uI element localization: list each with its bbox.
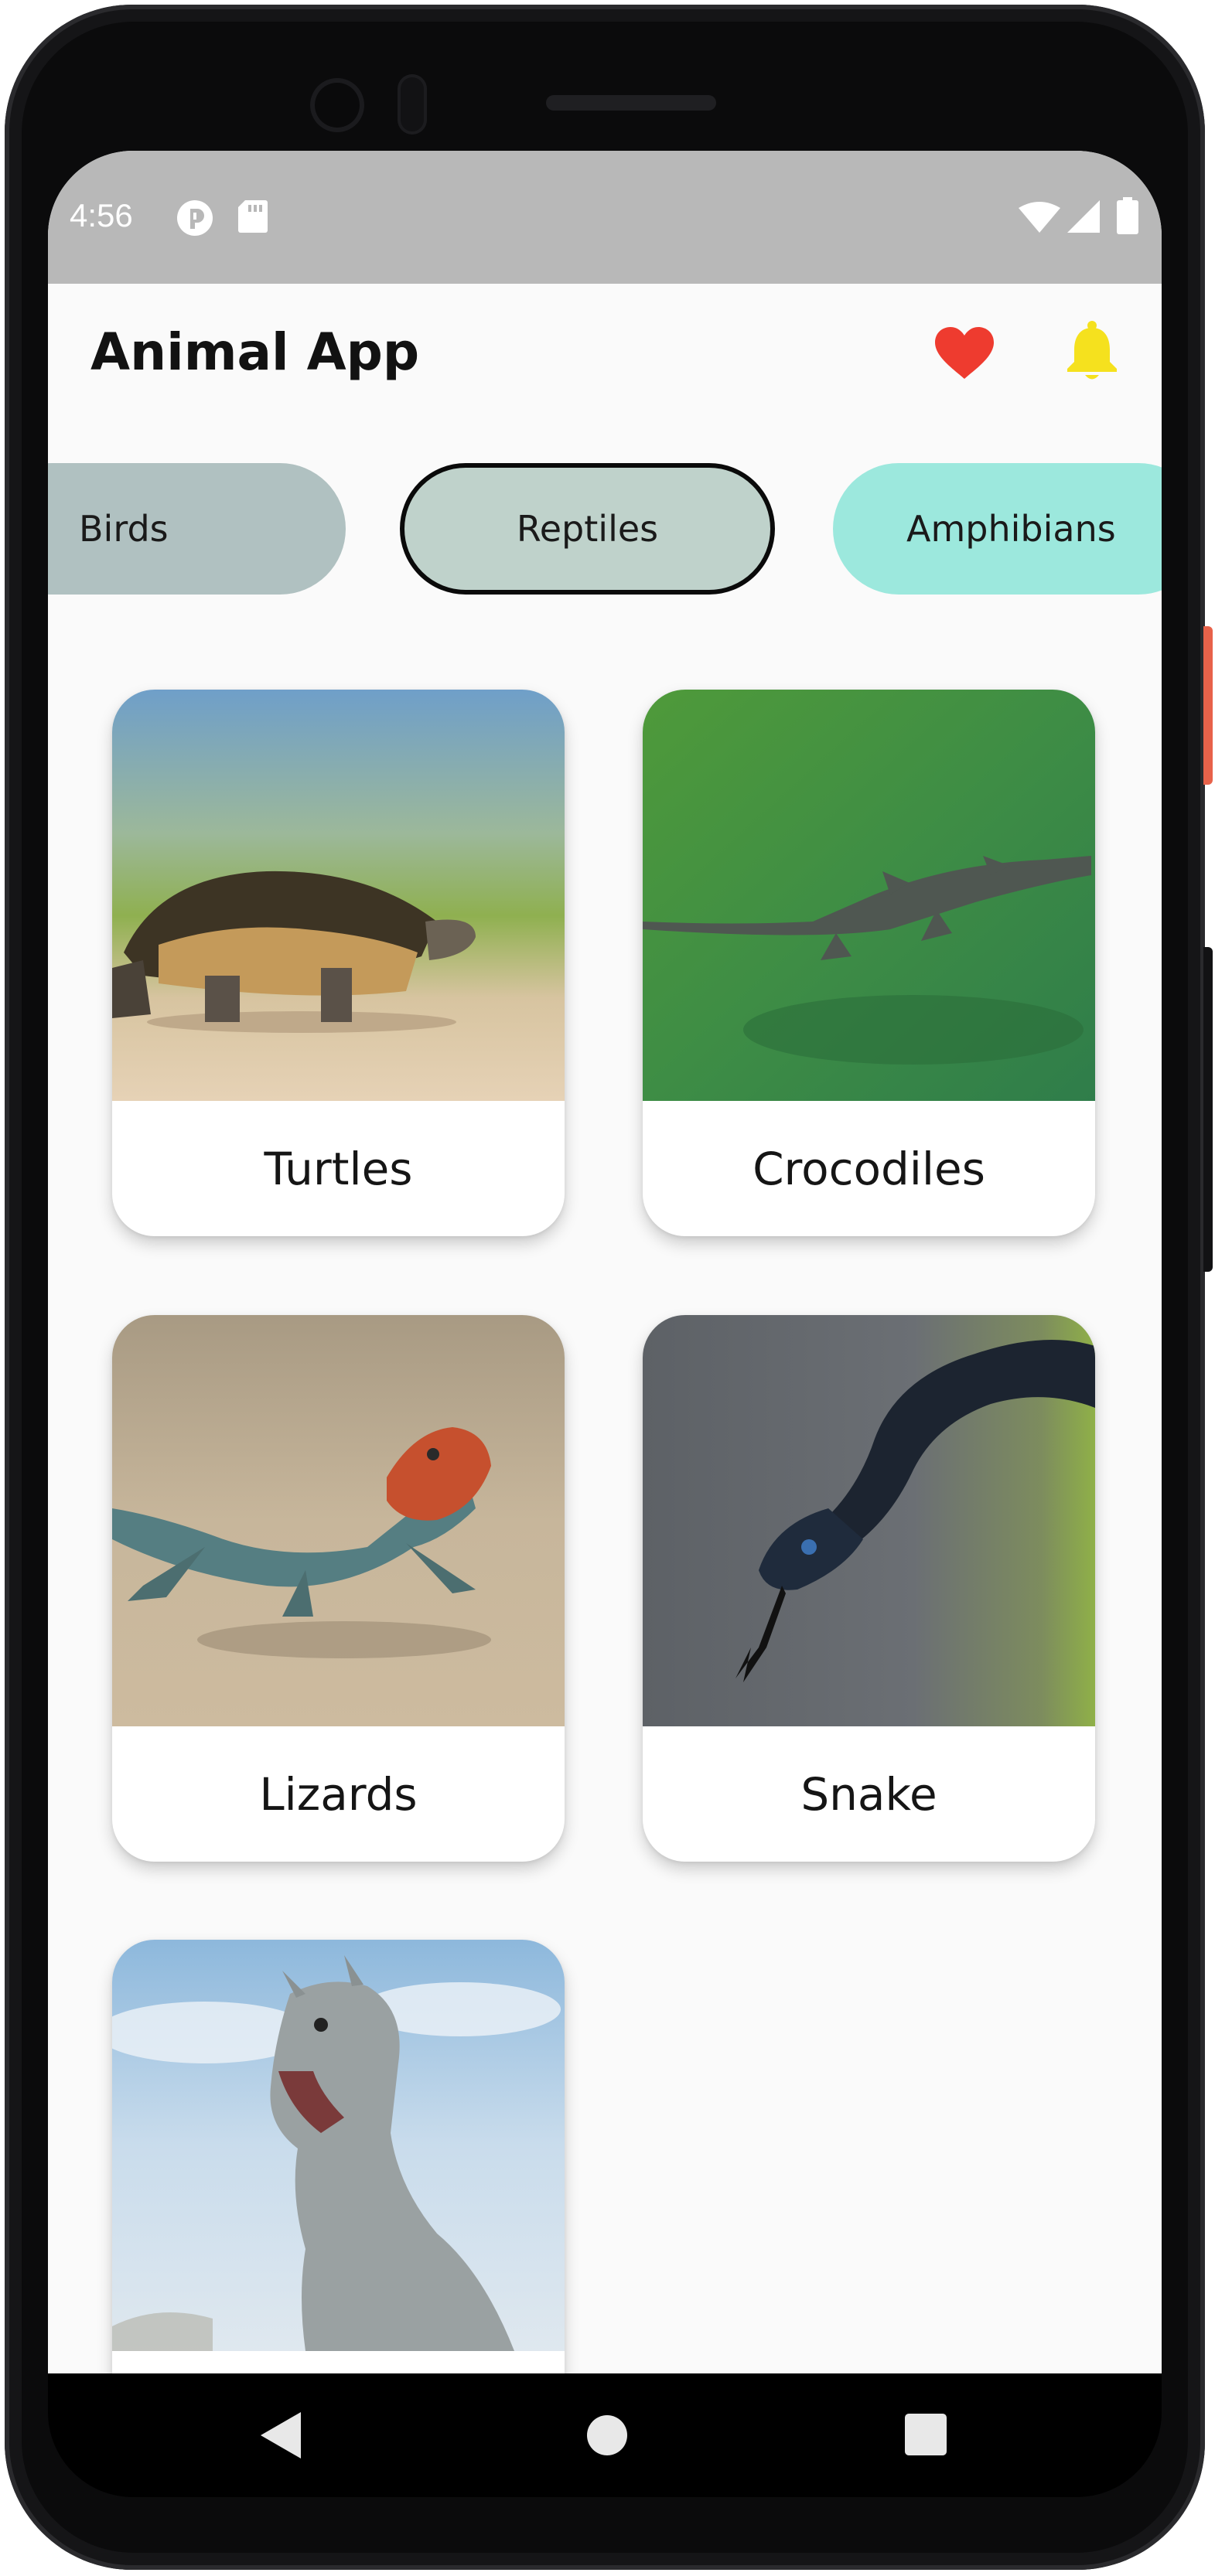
status-time: 4:56: [70, 197, 133, 233]
category-chip-amphibians[interactable]: Amphibians: [833, 463, 1162, 595]
category-chip-label: Birds: [79, 508, 169, 550]
animal-card-turtles[interactable]: Turtles: [112, 690, 565, 1236]
app-bar: Animal App: [48, 284, 1162, 462]
category-chip-reptiles[interactable]: Reptiles: [400, 463, 775, 595]
navigation-bar: [48, 2373, 1162, 2497]
front-camera: [310, 78, 364, 132]
animal-card-lizards[interactable]: Lizards: [112, 1315, 565, 1862]
animal-image-crocodiles: [643, 690, 1095, 1101]
status-bar: 4:56: [48, 151, 1162, 284]
animal-card-label: Turtles: [264, 1142, 413, 1195]
animal-card-label: Snake: [800, 1767, 937, 1821]
bell-icon: [1067, 321, 1117, 380]
animal-card-crocodiles[interactable]: Crocodiles: [643, 690, 1095, 1236]
animal-card-dinosaur[interactable]: [112, 1940, 565, 2373]
notifications-button[interactable]: [1057, 316, 1127, 386]
heart-icon: [935, 327, 994, 379]
category-chip-label: Reptiles: [516, 508, 659, 550]
volume-button: [1203, 947, 1213, 1272]
animal-image-turtles: [112, 690, 565, 1101]
power-button: [1203, 626, 1213, 785]
wifi-icon: [1019, 202, 1060, 233]
animal-image-snake: [643, 1315, 1095, 1726]
animal-image-lizards: [112, 1315, 565, 1726]
animal-card-label: Lizards: [259, 1767, 418, 1821]
animal-card-label: Crocodiles: [753, 1142, 985, 1195]
favorites-button[interactable]: [930, 319, 999, 388]
cellular-signal-icon: [1067, 200, 1100, 233]
sensor: [398, 74, 427, 135]
category-chips: Birds Reptiles Amphibians: [48, 462, 1162, 601]
category-chip-birds[interactable]: Birds: [48, 463, 346, 595]
category-chip-label: Amphibians: [906, 508, 1116, 550]
app-notification-icon: [177, 200, 213, 236]
earpiece-speaker: [546, 95, 716, 111]
animal-image-dinosaur: [112, 1940, 565, 2351]
battery-icon: [1117, 197, 1138, 234]
recents-icon[interactable]: [905, 2414, 947, 2455]
home-icon[interactable]: [585, 2414, 629, 2457]
app-screen: 4:56 Animal App Birds Reptiles Amphibian…: [48, 151, 1162, 2373]
sd-card-icon: [238, 200, 268, 233]
app-title: Animal App: [90, 322, 420, 382]
back-icon[interactable]: [261, 2412, 304, 2458]
animal-card-snake[interactable]: Snake: [643, 1315, 1095, 1862]
